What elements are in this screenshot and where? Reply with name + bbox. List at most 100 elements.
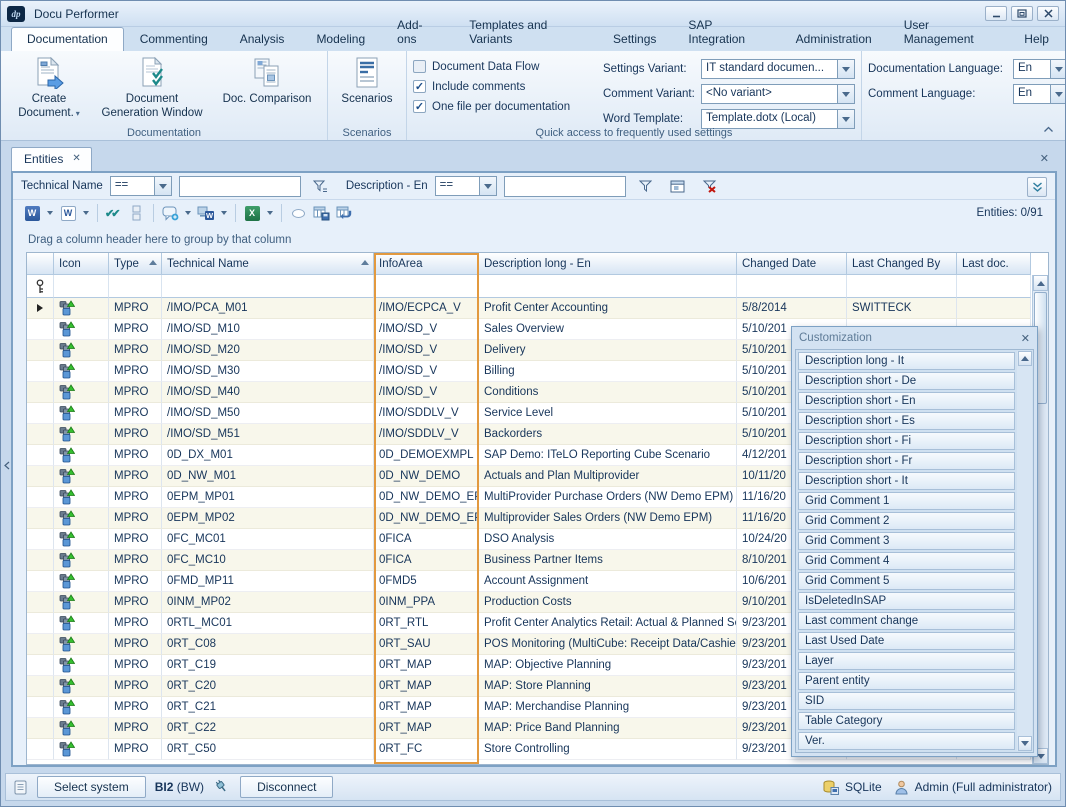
checkbox-icon[interactable]	[413, 60, 426, 73]
header-technical-name[interactable]: Technical Name	[162, 253, 374, 275]
description-filter-input[interactable]	[504, 176, 626, 197]
checkbox-icon[interactable]: ✓	[413, 100, 426, 113]
scroll-up-button[interactable]	[1033, 275, 1048, 291]
filter-cell[interactable]	[54, 275, 109, 298]
reset-grid-layout-button[interactable]	[333, 202, 355, 224]
dock-panel-handle[interactable]	[2, 453, 11, 477]
ribbon-tab-add-ons[interactable]: Add-ons	[381, 13, 453, 51]
customization-item-grid-comment-2[interactable]: Grid Comment 2	[798, 512, 1015, 530]
technical-name-filter-input[interactable]	[179, 176, 301, 197]
filter-cell[interactable]	[737, 275, 847, 298]
checkbox-include-comments[interactable]: ✓Include comments	[413, 80, 603, 93]
filter-cell[interactable]	[479, 275, 737, 298]
comment-generation-dropdown[interactable]	[218, 202, 230, 224]
checkbox-one-file-per-documentation[interactable]: ✓One file per documentation	[413, 100, 603, 113]
customization-item-description-short-fi[interactable]: Description short - Fi	[798, 432, 1015, 450]
comment-language-select[interactable]: En	[1013, 84, 1066, 104]
close-button[interactable]	[1037, 6, 1059, 21]
customization-item-description-short-fr[interactable]: Description short - Fr	[798, 452, 1015, 470]
filter-cell[interactable]	[957, 275, 1031, 298]
documentation-language-select[interactable]: En	[1013, 59, 1066, 79]
filter-cell[interactable]	[109, 275, 162, 298]
document-generation-window-button[interactable]: Document Generation Window	[91, 54, 213, 124]
export-excel-button[interactable]: X	[241, 202, 263, 224]
generate-word-document-dropdown[interactable]	[44, 202, 56, 224]
header-icon[interactable]: Icon	[54, 253, 109, 275]
customization-item-grid-comment-4[interactable]: Grid Comment 4	[798, 552, 1015, 570]
add-comment-button[interactable]	[159, 202, 181, 224]
comment-variant-dropdown-icon[interactable]	[838, 84, 855, 104]
comment-generation-window-button[interactable]: W	[195, 202, 217, 224]
description-operator-select[interactable]: ==	[435, 176, 497, 196]
save-grid-layout-button[interactable]	[310, 202, 332, 224]
customization-item-sid[interactable]: SID	[798, 692, 1015, 710]
filter-cell[interactable]	[162, 275, 374, 298]
ribbon-tab-settings[interactable]: Settings	[597, 27, 672, 51]
disconnect-button[interactable]: Disconnect	[240, 776, 333, 798]
customization-item-description-short-it[interactable]: Description short - It	[798, 472, 1015, 490]
customization-item-description-short-de[interactable]: Description short - De	[798, 372, 1015, 390]
select-system-button[interactable]: Select system	[37, 776, 146, 798]
customization-item-layer[interactable]: Layer	[798, 652, 1015, 670]
user-label[interactable]: Admin (Full administrator)	[915, 780, 1052, 794]
filter-layout-button[interactable]	[665, 175, 690, 197]
export-excel-dropdown[interactable]	[264, 202, 276, 224]
table-row[interactable]: MPRO /IMO/PCA_M01 /IMO/ECPCA_V Profit Ce…	[27, 298, 1048, 319]
maximize-button[interactable]	[1011, 6, 1033, 21]
scroll-up-button[interactable]	[1018, 351, 1032, 366]
word-template-dropdown-icon[interactable]	[838, 109, 855, 129]
expand-filter-button[interactable]	[1027, 177, 1047, 197]
open-word-document-button[interactable]: W	[57, 202, 79, 224]
create-document-button[interactable]: Create Document.▾	[7, 54, 91, 124]
selection-options-button[interactable]	[126, 202, 148, 224]
ribbon-tab-documentation[interactable]: Documentation	[11, 27, 124, 51]
header-last-doc[interactable]: Last doc.	[957, 253, 1031, 275]
header-last-changed-by[interactable]: Last Changed By	[847, 253, 957, 275]
customization-item-grid-comment-5[interactable]: Grid Comment 5	[798, 572, 1015, 590]
filter-cell[interactable]	[374, 275, 479, 298]
ribbon-tab-help[interactable]: Help	[1008, 27, 1065, 51]
ribbon-tab-analysis[interactable]: Analysis	[224, 27, 301, 51]
operator-dropdown-icon[interactable]	[155, 176, 172, 196]
filter-edit-button[interactable]	[308, 175, 333, 197]
ribbon-tab-modeling[interactable]: Modeling	[300, 27, 381, 51]
generate-word-document-button[interactable]: W	[21, 202, 43, 224]
collapse-ribbon-button[interactable]	[1039, 121, 1057, 136]
tab-entities[interactable]: Entities ✕	[11, 147, 92, 171]
settings-variant-select[interactable]: IT standard documen...	[701, 59, 855, 79]
customization-item-last-comment-change[interactable]: Last comment change	[798, 612, 1015, 630]
customization-item-description-short-es[interactable]: Description short - Es	[798, 412, 1015, 430]
database-label[interactable]: SQLite	[845, 780, 882, 794]
apply-filter-button[interactable]	[633, 175, 658, 197]
customization-item-isdeletedinsap[interactable]: IsDeletedInSAP	[798, 592, 1015, 610]
tabstrip-close-icon[interactable]: ✕	[1040, 152, 1049, 165]
mark-all-button[interactable]: ✔✔	[103, 202, 125, 224]
word-template-select[interactable]: Template.dotx (Local)	[701, 109, 855, 129]
settings-variant-dropdown-icon[interactable]	[838, 59, 855, 79]
header-changed-date[interactable]: Changed Date	[737, 253, 847, 275]
customization-item-ver-[interactable]: Ver.	[798, 732, 1015, 750]
show-comment-balloon-button[interactable]	[287, 202, 309, 224]
documentation-language-dropdown-icon[interactable]	[1051, 59, 1066, 79]
tab-close-icon[interactable]: ✕	[72, 154, 80, 164]
customization-item-description-long-it[interactable]: Description long - It	[798, 352, 1015, 370]
header-type[interactable]: Type	[109, 253, 162, 275]
ribbon-tab-user-management[interactable]: User Management	[888, 13, 1009, 51]
customization-close-icon[interactable]: ✕	[1021, 332, 1030, 345]
checkbox-icon[interactable]: ✓	[413, 80, 426, 93]
customization-item-grid-comment-3[interactable]: Grid Comment 3	[798, 532, 1015, 550]
clear-filter-button[interactable]	[697, 175, 722, 197]
customization-item-last-used-date[interactable]: Last Used Date	[798, 632, 1015, 650]
ribbon-tab-commenting[interactable]: Commenting	[124, 27, 224, 51]
customization-scrollbar[interactable]	[1017, 351, 1032, 751]
comment-variant-select[interactable]: <No variant>	[701, 84, 855, 104]
open-word-document-dropdown[interactable]	[80, 202, 92, 224]
customization-item-description-short-en[interactable]: Description short - En	[798, 392, 1015, 410]
customization-item-table-category[interactable]: Table Category	[798, 712, 1015, 730]
customization-item-parent-entity[interactable]: Parent entity	[798, 672, 1015, 690]
customization-item-grid-comment-1[interactable]: Grid Comment 1	[798, 492, 1015, 510]
doc-comparison-button[interactable]: Doc. Comparison	[213, 54, 321, 109]
operator-dropdown-icon[interactable]	[480, 176, 497, 196]
header-description[interactable]: Description long - En	[479, 253, 737, 275]
header-infoarea[interactable]: InfoArea	[374, 253, 479, 275]
